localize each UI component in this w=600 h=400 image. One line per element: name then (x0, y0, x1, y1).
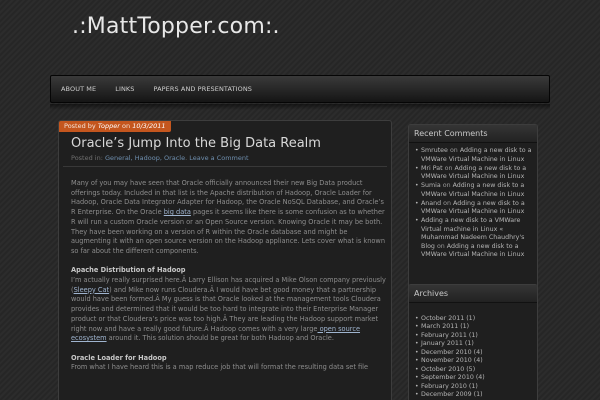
post-meta-badge: Posted by Topper on 10/3/2011 (59, 121, 171, 132)
blog-post: Posted by Topper on 10/3/2011 Oracle’s J… (58, 120, 392, 400)
post-categories-links[interactable]: General, Hadoop, Oracle (105, 154, 185, 162)
comment-on: on (444, 164, 453, 172)
posted-in-label: Posted in: (71, 154, 103, 162)
post-paragraph: From what I have heard this is a map red… (71, 363, 369, 372)
archive-item[interactable]: February 2011 (1) (415, 332, 532, 341)
recent-comment-item: Smrutee on Adding a new disk to a VMWare… (415, 147, 532, 164)
leave-comment-link[interactable]: Leave a Comment (189, 154, 248, 162)
site-title[interactable]: .:MattTopper.com:. (72, 14, 280, 39)
section-heading-apache-hadoop: Apache Distribution of Hadoop (71, 266, 186, 275)
main-navigation: ABOUT ME LINKS PAPERS AND PRESENTATIONS (50, 75, 550, 103)
comment-author: Anand (421, 199, 442, 207)
archive-item[interactable]: December 2010 (4) (415, 349, 532, 358)
recent-comments-list: Smrutee on Adding a new disk to a VMWare… (409, 143, 537, 260)
section-heading-oracle-loader: Oracle Loader for Hadoop (71, 353, 167, 362)
nav-item-about-me[interactable]: ABOUT ME (61, 85, 96, 93)
archive-item[interactable]: October 2010 (5) (415, 366, 532, 375)
nav-item-links[interactable]: LINKS (115, 85, 134, 93)
archive-item[interactable]: December 2009 (1) (415, 391, 532, 400)
post-header-divider (63, 166, 387, 167)
sleepy-cat-link[interactable]: Sleepy Cat (74, 286, 110, 294)
archives-title: Archives (409, 285, 537, 303)
recent-comments-title: Recent Comments (409, 125, 537, 143)
archive-item[interactable]: February 2010 (1) (415, 383, 532, 392)
post-categories-line: Posted in: General, Hadoop, Oracle. Leav… (71, 154, 249, 162)
archive-item[interactable]: September 2010 (4) (415, 374, 532, 383)
big-data-link[interactable]: big data (164, 208, 191, 216)
recent-comment-item: Sumia on Adding a new disk to a VMWare V… (415, 182, 532, 199)
archives-widget: Archives October 2011 (1) March 2011 (1)… (408, 284, 538, 400)
archive-item[interactable]: January 2011 (1) (415, 340, 532, 349)
post-title[interactable]: Oracle’s Jump Into the Big Data Realm (71, 136, 321, 151)
navbar-shadow (50, 104, 550, 110)
post-date: 10/3/2011 (132, 122, 166, 130)
post-meta-on: on (122, 122, 131, 130)
archives-list: October 2011 (1) March 2011 (1) February… (409, 303, 537, 400)
archive-item[interactable]: March 2011 (1) (415, 323, 532, 332)
recent-comment-item: Mri Pat on Adding a new disk to a VMWare… (415, 165, 532, 182)
comment-on: on (436, 242, 445, 250)
comment-author: Mri Pat (421, 164, 443, 172)
recent-comment-item: Adding a new disk to a VMWare Virtual ma… (415, 217, 532, 260)
archive-item[interactable]: November 2010 (4) (415, 357, 532, 366)
comment-on: on (442, 182, 451, 189)
post-paragraph: I’m actually really surprised here.Â Lar… (71, 276, 389, 344)
nav-item-papers-and-presentations[interactable]: PAPERS AND PRESENTATIONS (154, 85, 253, 93)
comment-author: Smrutee (421, 147, 448, 154)
recent-comment-item: Anand on Adding a new disk to a VMWare V… (415, 200, 532, 217)
post-body: Many of you may have seen that Oracle of… (71, 179, 389, 383)
post-paragraph: Many of you may have seen that Oracle of… (71, 179, 389, 257)
comment-on: on (443, 199, 452, 207)
archive-item[interactable]: October 2011 (1) (415, 315, 532, 324)
comment-author: Sumia (421, 182, 441, 189)
paragraph-text: around it. This solution should be great… (106, 334, 334, 343)
comment-on: on (449, 147, 458, 154)
post-meta-prefix: Posted by (64, 122, 96, 130)
recent-comments-widget: Recent Comments Smrutee on Adding a new … (408, 124, 538, 297)
post-author-link[interactable]: Topper (98, 122, 120, 130)
